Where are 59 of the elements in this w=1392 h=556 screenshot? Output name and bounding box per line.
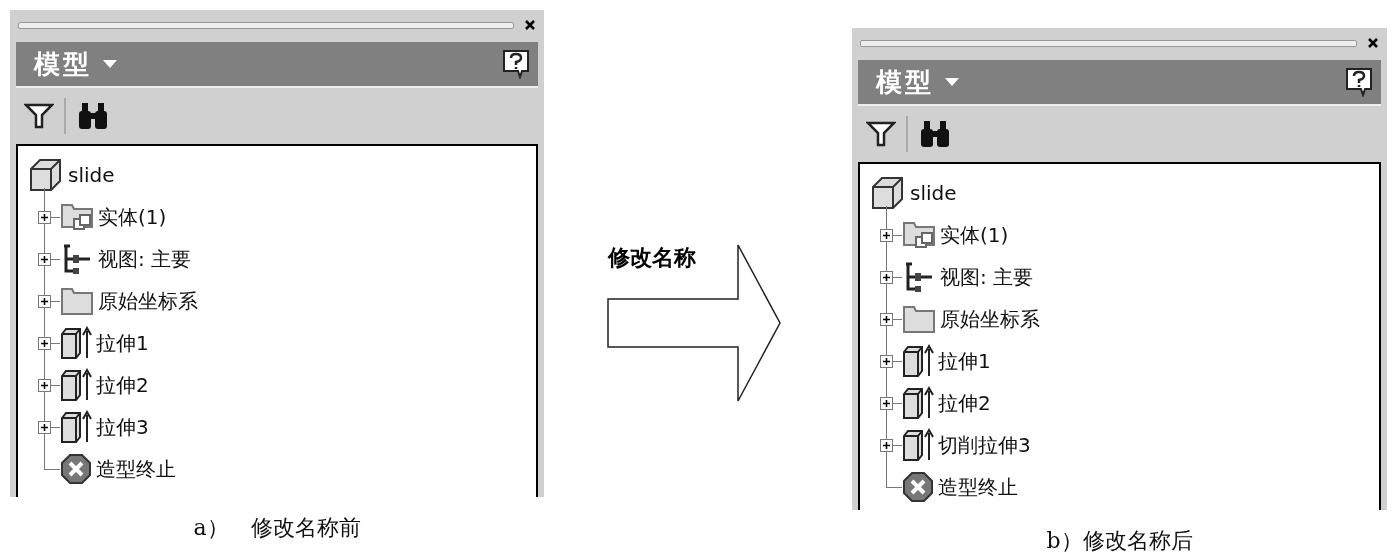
extrude-icon — [902, 385, 934, 421]
tree-item[interactable]: slide — [910, 181, 957, 205]
plus-icon[interactable] — [38, 421, 51, 434]
close-icon[interactable] — [524, 19, 536, 31]
plus-icon[interactable] — [38, 253, 51, 266]
tree-item[interactable]: 原始坐标系 — [98, 287, 198, 315]
extrude-icon — [902, 427, 934, 463]
grip-bar[interactable] — [860, 39, 1357, 47]
panel-title[interactable]: 模型 — [876, 64, 934, 100]
grip-bar[interactable] — [18, 21, 514, 29]
figure-caption: b）修改名称后 — [1046, 527, 1193, 555]
plus-icon[interactable] — [38, 211, 51, 224]
filter-icon[interactable] — [24, 103, 54, 129]
extrude-icon — [60, 367, 92, 403]
plus-icon[interactable] — [38, 379, 51, 392]
help-icon[interactable] — [502, 49, 530, 79]
tree-item[interactable]: 切削拉伸3 — [938, 431, 1031, 459]
extrude-icon — [60, 409, 92, 445]
tree-item[interactable]: slide — [68, 163, 115, 187]
plus-icon[interactable] — [880, 397, 893, 410]
plus-icon[interactable] — [38, 295, 51, 308]
cube-icon — [870, 175, 906, 211]
folder-icon — [60, 201, 94, 233]
tree-item[interactable]: 拉伸1 — [938, 347, 991, 375]
plus-icon[interactable] — [38, 337, 51, 350]
caret-icon[interactable] — [944, 77, 960, 87]
plus-icon[interactable] — [880, 355, 893, 368]
tree-item[interactable]: 视图: 主要 — [98, 245, 192, 273]
folder-icon — [60, 285, 94, 317]
arrow-label: 修改名称 — [608, 244, 696, 272]
plus-icon[interactable] — [880, 439, 893, 452]
plus-icon[interactable] — [880, 229, 893, 242]
tree-item[interactable]: 拉伸2 — [938, 389, 991, 417]
panel-title[interactable]: 模型 — [34, 46, 92, 82]
plus-icon[interactable] — [880, 271, 893, 284]
tree-item[interactable]: 拉伸3 — [96, 413, 149, 441]
tree-item[interactable]: 拉伸2 — [96, 371, 149, 399]
stop-icon — [60, 453, 92, 485]
close-icon[interactable] — [1367, 37, 1379, 49]
folder-icon — [902, 219, 936, 251]
caret-icon[interactable] — [102, 59, 118, 69]
binoculars-icon[interactable] — [76, 101, 110, 131]
tree-item[interactable]: 实体(1) — [98, 203, 167, 231]
cube-icon — [28, 157, 64, 193]
tree-item[interactable]: 造型终止 — [96, 455, 176, 483]
figure-caption: a） 修改名称前 — [193, 514, 361, 542]
folder-icon — [902, 303, 936, 335]
extrude-icon — [902, 343, 934, 379]
tree-item[interactable]: 原始坐标系 — [940, 305, 1040, 333]
help-icon[interactable] — [1345, 67, 1373, 97]
tree-item[interactable]: 视图: 主要 — [940, 263, 1034, 291]
extrude-icon — [60, 325, 92, 361]
plus-icon[interactable] — [880, 313, 893, 326]
tree-item[interactable]: 拉伸1 — [96, 329, 149, 357]
tree-item[interactable]: 实体(1) — [940, 221, 1009, 249]
tree-item[interactable]: 造型终止 — [938, 473, 1018, 501]
binoculars-icon[interactable] — [918, 119, 952, 149]
filter-icon[interactable] — [866, 121, 896, 147]
stop-icon — [902, 471, 934, 503]
